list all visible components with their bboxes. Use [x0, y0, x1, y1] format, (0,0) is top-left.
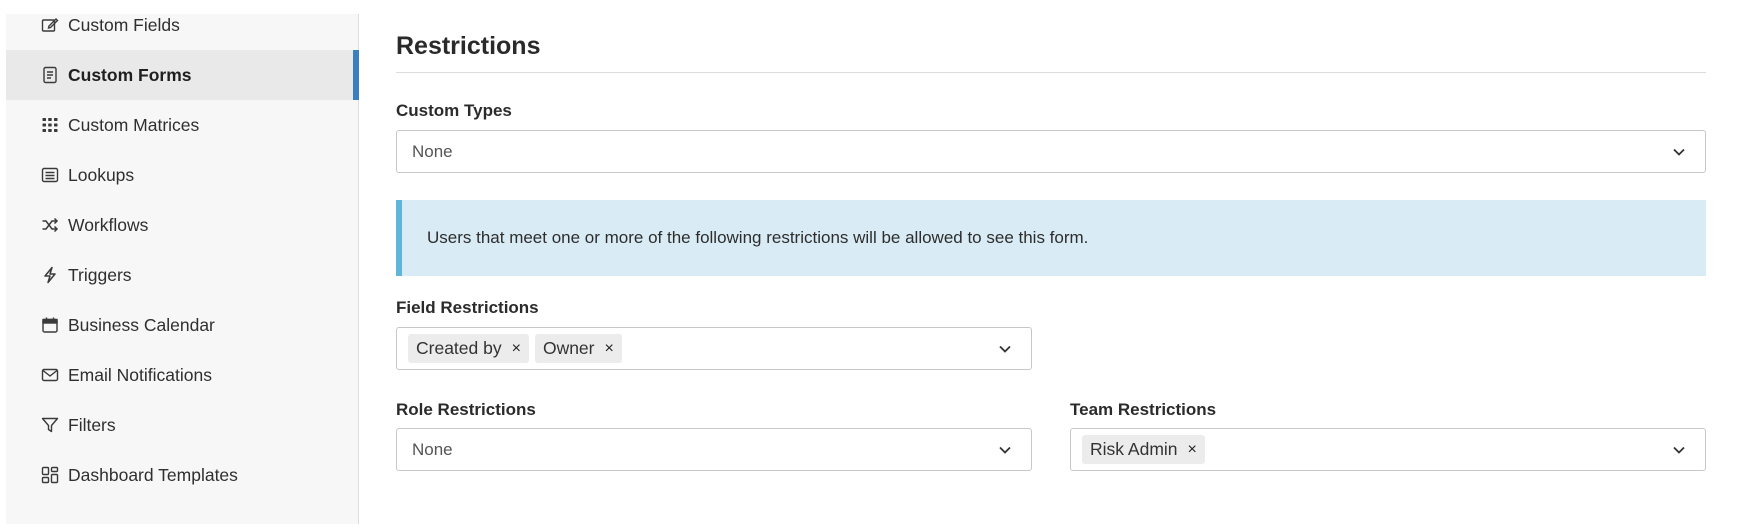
- info-alert-text: Users that meet one or more of the follo…: [427, 228, 1089, 247]
- tag-label: Created by: [416, 338, 502, 358]
- sidebar-item-workflows[interactable]: Workflows: [6, 200, 359, 250]
- restrictions-panel: Restrictions Custom Types None Users tha…: [396, 0, 1706, 530]
- sidebar-item-dashboard-templates[interactable]: Dashboard Templates: [6, 450, 359, 500]
- sidebar-item-email-notifications[interactable]: Email Notifications: [6, 350, 359, 400]
- sidebar-item-filters[interactable]: Filters: [6, 400, 359, 450]
- lightning-icon: [40, 265, 60, 285]
- form-icon: [40, 65, 60, 85]
- title-divider: [396, 72, 1706, 73]
- role-restrictions-value: None: [412, 439, 453, 459]
- remove-tag-icon[interactable]: ×: [512, 340, 521, 358]
- sidebar-item-label: Business Calendar: [68, 314, 215, 335]
- filter-icon: [40, 415, 60, 435]
- sidebar-item-label: Custom Matrices: [68, 114, 200, 135]
- field-restrictions-label: Field Restrictions: [396, 298, 539, 317]
- sidebar-item-label: Custom Forms: [68, 64, 192, 85]
- grid-icon: [40, 115, 60, 135]
- sidebar-item-business-calendar[interactable]: Business Calendar: [6, 300, 359, 350]
- admin-sidebar: Custom Fields Custom Forms Custom Matric…: [6, 14, 359, 524]
- team-restrictions-select[interactable]: Risk Admin ×: [1070, 428, 1706, 471]
- tag-created-by: Created by ×: [408, 334, 529, 363]
- remove-tag-icon[interactable]: ×: [1188, 441, 1197, 459]
- sidebar-item-label: Dashboard Templates: [68, 464, 238, 485]
- sidebar-item-lookups[interactable]: Lookups: [6, 150, 359, 200]
- chevron-down-icon: [1673, 446, 1685, 454]
- remove-tag-icon[interactable]: ×: [605, 340, 614, 358]
- app-window: Custom Fields Custom Forms Custom Matric…: [0, 0, 1758, 530]
- role-restrictions-select[interactable]: None: [396, 428, 1032, 471]
- calendar-icon: [40, 315, 60, 335]
- chevron-down-icon: [999, 446, 1011, 454]
- sidebar-item-triggers[interactable]: Triggers: [6, 250, 359, 300]
- chevron-down-icon: [1673, 148, 1685, 156]
- custom-types-label: Custom Types: [396, 101, 512, 120]
- sidebar-item-custom-forms[interactable]: Custom Forms: [6, 50, 359, 100]
- page-title: Restrictions: [396, 32, 541, 60]
- envelope-icon: [40, 365, 60, 385]
- sidebar-item-label: Triggers: [68, 264, 132, 285]
- field-restrictions-select[interactable]: Created by × Owner ×: [396, 327, 1032, 370]
- sidebar-item-label: Email Notifications: [68, 364, 212, 385]
- edit-icon: [40, 15, 60, 35]
- shuffle-icon: [40, 215, 60, 235]
- dashboard-icon: [40, 465, 60, 485]
- sidebar-item-label: Custom Fields: [68, 14, 180, 35]
- tag-label: Risk Admin: [1090, 439, 1178, 459]
- sidebar-item-label: Filters: [68, 414, 116, 435]
- custom-types-select[interactable]: None: [396, 130, 1706, 173]
- tag-risk-admin: Risk Admin ×: [1082, 435, 1205, 464]
- sidebar-item-label: Lookups: [68, 164, 135, 185]
- role-restrictions-label: Role Restrictions: [396, 400, 536, 419]
- sidebar-item-custom-fields[interactable]: Custom Fields: [6, 0, 359, 50]
- chevron-down-icon: [999, 345, 1011, 353]
- tag-label: Owner: [542, 338, 595, 358]
- info-alert: Users that meet one or more of the follo…: [396, 200, 1706, 276]
- team-restrictions-label: Team Restrictions: [1070, 400, 1217, 419]
- tag-owner: Owner ×: [534, 334, 622, 363]
- custom-types-value: None: [412, 141, 453, 161]
- sidebar-item-label: Workflows: [68, 214, 149, 235]
- list-box-icon: [40, 165, 60, 185]
- sidebar-item-custom-matrices[interactable]: Custom Matrices: [6, 100, 359, 150]
